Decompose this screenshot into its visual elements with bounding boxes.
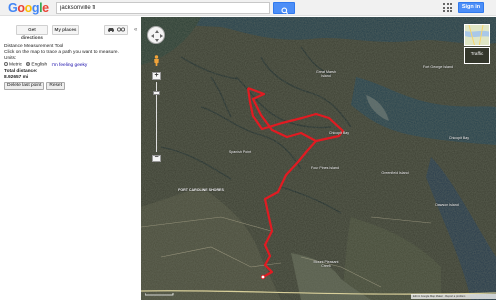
english-radio[interactable] [26, 62, 31, 66]
apps-grid-icon[interactable] [443, 3, 452, 12]
map-view-toggle[interactable] [464, 24, 490, 46]
feeling-geeky-link[interactable]: I'm feeling geeky [51, 63, 87, 68]
collapse-panel-icon[interactable]: « [134, 27, 137, 33]
zoom-out-button[interactable]: − [152, 154, 161, 162]
my-places-button[interactable]: My places [52, 25, 79, 35]
tool-instructions: Click on the map to trace a path you wan… [4, 50, 119, 55]
car-icon [108, 28, 115, 32]
route-endpoint [260, 274, 266, 280]
pan-control[interactable] [147, 26, 165, 44]
total-distance-value: 8.92657 mi [4, 74, 29, 80]
reset-button[interactable]: Reset [46, 81, 65, 90]
map-footer-links[interactable]: Edit in Google Map Maker · Report a prob… [411, 294, 496, 299]
place-label-spanish-point: Spanish Point [228, 150, 252, 154]
metric-label: Metric [9, 62, 23, 68]
zoom-slider-handle[interactable] [153, 91, 160, 95]
pan-arrows-icon [151, 30, 163, 42]
place-label-four-pines: Four Pines Island [311, 166, 339, 170]
satellite-imagery [141, 17, 496, 300]
left-panel: Get directions My places « Distance Meas… [0, 17, 140, 300]
search-input[interactable] [56, 2, 270, 14]
sign-in-button[interactable]: Sign in [458, 2, 484, 13]
distance-tool-panel: Distance Measurement Tool Click on the m… [4, 44, 134, 90]
place-label-mount-pleasant: Mount Pleasant Creek [313, 260, 339, 268]
search-icon [281, 7, 289, 15]
get-directions-button[interactable]: Get directions [16, 25, 48, 40]
search-button[interactable] [273, 2, 295, 15]
pegman-icon[interactable] [153, 55, 160, 66]
transit-icon [116, 27, 125, 32]
place-label-great-marsh: Great Marsh Island [316, 70, 336, 78]
place-label-fort-caroline-shores: FORT CAROLINE SHORES [178, 188, 224, 192]
map-thumbnail-icon [465, 25, 489, 45]
tool-buttons: Delete last point Reset [4, 81, 134, 90]
google-logo[interactable]: Google [8, 1, 49, 15]
place-label-greenfield: Greenfield Island [381, 171, 409, 175]
place-label-chicopit-bay: Chicopit Bay [328, 131, 350, 135]
place-label-fort-george: Fort George Island [423, 65, 453, 69]
app-root: Google Sign in Get directions My places [0, 0, 496, 300]
traffic-toggle[interactable]: Traffic [464, 47, 490, 64]
delete-last-point-button[interactable]: Delete last point [4, 81, 45, 90]
english-label: English [31, 62, 48, 68]
top-bar: Google Sign in [0, 0, 496, 16]
place-label-chicopit-bay-east: Chicopit Bay [448, 136, 470, 140]
satellite-map[interactable]: Great Marsh Island Chicopit Bay Chicopit… [141, 17, 496, 300]
zoom-in-button[interactable]: + [152, 72, 161, 80]
travel-mode-buttons[interactable] [104, 25, 128, 35]
metric-radio[interactable] [4, 62, 8, 66]
place-label-dawson-island: Dawson Island [435, 203, 459, 207]
